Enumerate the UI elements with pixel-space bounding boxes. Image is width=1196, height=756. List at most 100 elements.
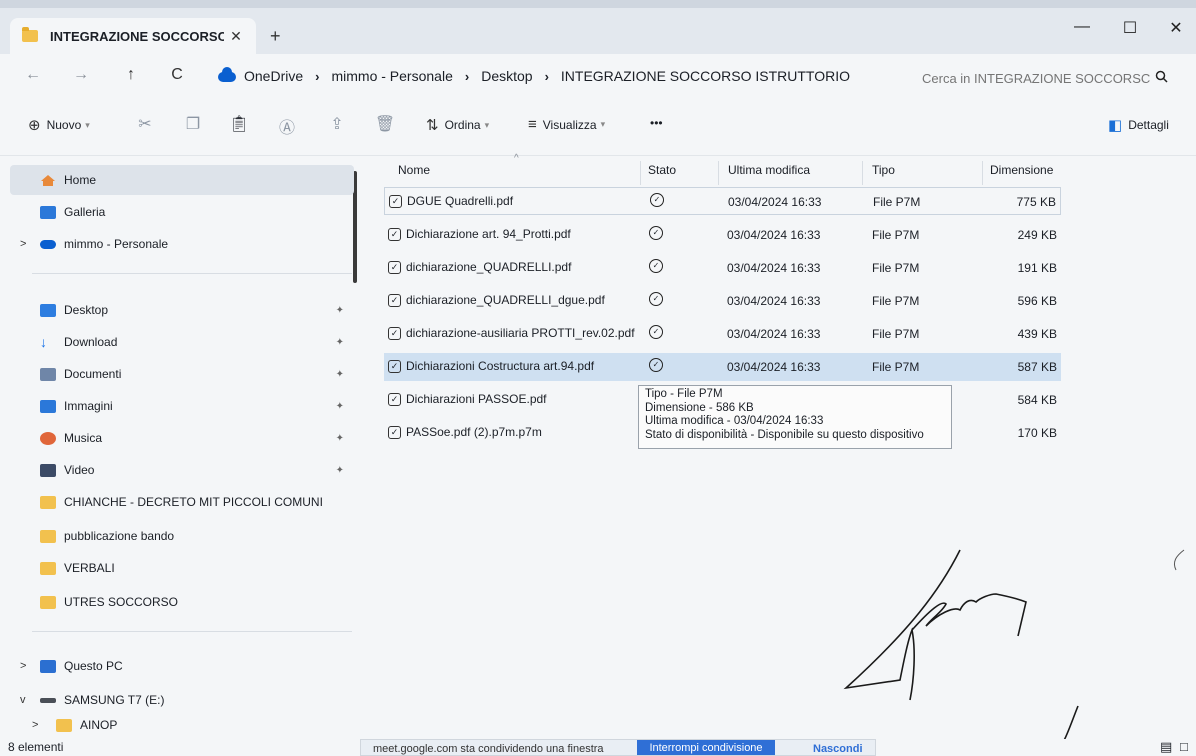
column-header-name[interactable]: Nome bbox=[398, 163, 430, 177]
sidebar-item-onedrive-personal[interactable]: > mimmo - Personale bbox=[10, 229, 354, 259]
chevron-right-icon[interactable]: > bbox=[20, 660, 26, 672]
sidebar-item-gallery[interactable]: Galleria bbox=[10, 197, 354, 227]
file-type: File P7M bbox=[872, 360, 920, 374]
refresh-icon[interactable]: C bbox=[166, 66, 188, 84]
search-box[interactable] bbox=[922, 64, 1184, 92]
file-row[interactable]: ✓ DGUE Quadrelli.pdf ✓ 03/04/2024 16:33 F… bbox=[384, 187, 1061, 215]
file-name-cell: ✓ DGUE Quadrelli.pdf bbox=[389, 194, 513, 208]
close-window-button[interactable]: ✕ bbox=[1156, 18, 1196, 38]
checkbox-icon[interactable]: ✓ bbox=[388, 260, 401, 274]
column-header-modified[interactable]: Ultima modifica bbox=[728, 163, 810, 177]
file-row[interactable]: ✓ dichiarazione-ausiliaria PROTTI_rev.02.… bbox=[384, 320, 1061, 348]
sidebar-folder-pubblicazione-bando[interactable]: pubblicazione bando bbox=[10, 521, 354, 551]
sidebar-item-desktop[interactable]: Desktop ✦ bbox=[10, 295, 354, 325]
maximize-button[interactable]: ☐ bbox=[1110, 18, 1150, 38]
search-icon[interactable] bbox=[1150, 70, 1172, 86]
chevron-right-icon[interactable]: > bbox=[32, 719, 38, 731]
forward-arrow-icon[interactable]: → bbox=[70, 66, 92, 84]
chevron-right-icon[interactable]: > bbox=[20, 238, 26, 250]
sidebar-item-download[interactable]: ↓ Download ✦ bbox=[10, 327, 354, 357]
share-icon[interactable]: ⇪ bbox=[326, 114, 348, 134]
new-button[interactable]: ⊕ Nuovo ▾ bbox=[28, 116, 90, 134]
checkbox-icon[interactable]: ✓ bbox=[389, 194, 402, 208]
sidebar-folder-ainop[interactable]: > AINOP bbox=[10, 713, 354, 737]
pin-icon[interactable]: ✦ bbox=[336, 337, 344, 348]
chevron-down-icon: ▾ bbox=[484, 119, 490, 130]
checkbox-icon[interactable]: ✓ bbox=[388, 425, 401, 439]
breadcrumb[interactable]: OneDrive › mimmo - Personale › Desktop ›… bbox=[218, 67, 850, 84]
view-button[interactable]: ≡ Visualizza ▾ bbox=[528, 116, 605, 133]
checkbox-icon[interactable]: ✓ bbox=[388, 359, 401, 373]
file-row[interactable]: ✓ dichiarazione_QUADRELLI.pdf ✓ 03/04/202… bbox=[384, 254, 1061, 282]
copy-icon[interactable]: ❐ bbox=[182, 114, 204, 134]
file-row[interactable]: ✓ dichiarazione_QUADRELLI_dgue.pdf ✓ 03/0… bbox=[384, 287, 1061, 315]
column-header-status[interactable]: Stato bbox=[648, 163, 676, 177]
breadcrumb-desktop[interactable]: Desktop bbox=[481, 68, 532, 84]
sidebar-item-samsung-drive[interactable]: v SAMSUNG T7 (E:) bbox=[10, 685, 354, 715]
breadcrumb-current-folder[interactable]: INTEGRAZIONE SOCCORSO ISTRUTTORIO bbox=[561, 68, 850, 84]
column-header-size[interactable]: Dimensione bbox=[990, 163, 1053, 177]
sidebar-folder-utres-soccorso[interactable]: UTRES SOCCORSO bbox=[10, 587, 354, 617]
column-separator[interactable] bbox=[862, 161, 863, 185]
breadcrumb-separator: › bbox=[464, 68, 470, 84]
video-icon bbox=[40, 463, 56, 477]
tooltip-size: Dimensione - 586 KB bbox=[645, 401, 754, 414]
file-name-cell: ✓ dichiarazione-ausiliaria PROTTI_rev.02.… bbox=[388, 326, 635, 340]
sidebar-item-music[interactable]: Musica ✦ bbox=[10, 423, 354, 453]
back-arrow-icon[interactable]: ← bbox=[22, 66, 44, 84]
search-input[interactable] bbox=[922, 70, 1150, 86]
minimize-button[interactable]: — bbox=[1062, 18, 1102, 36]
details-button[interactable]: ◧ Dettagli bbox=[1108, 116, 1169, 134]
sidebar-item-pictures[interactable]: Immagini ✦ bbox=[10, 391, 354, 421]
chevron-down-icon: ▾ bbox=[85, 119, 90, 130]
breadcrumb-personale[interactable]: mimmo - Personale bbox=[331, 68, 452, 84]
up-arrow-icon[interactable]: ↑ bbox=[120, 66, 142, 84]
pin-icon[interactable]: ✦ bbox=[336, 465, 344, 476]
paste-icon[interactable]: 📋︎ bbox=[228, 114, 250, 134]
sidebar-item-video[interactable]: Video ✦ bbox=[10, 455, 354, 485]
checkbox-icon[interactable]: ✓ bbox=[388, 392, 401, 406]
pin-icon[interactable]: ✦ bbox=[336, 369, 344, 380]
checkbox-icon[interactable]: ✓ bbox=[388, 293, 401, 307]
sidebar-item-documents[interactable]: Documenti ✦ bbox=[10, 359, 354, 389]
hide-share-bar-button[interactable]: Nascondi bbox=[813, 743, 863, 755]
delete-icon[interactable]: 🗑︎ bbox=[374, 114, 396, 134]
sidebar-folder-verbali[interactable]: VERBALI bbox=[10, 553, 354, 583]
tab-current-folder[interactable]: INTEGRAZIONE SOCCORSO IS ✕ bbox=[10, 18, 256, 54]
column-separator[interactable] bbox=[718, 161, 719, 185]
more-options-button[interactable]: ••• bbox=[650, 116, 663, 130]
status-bar: 8 elementi meet.google.com sta condivide… bbox=[0, 739, 1196, 756]
details-pane-icon: ◧ bbox=[1108, 117, 1123, 134]
column-header-type[interactable]: Tipo bbox=[872, 163, 895, 177]
pin-icon[interactable]: ✦ bbox=[336, 401, 344, 412]
new-tab-button[interactable]: + bbox=[270, 26, 281, 47]
sidebar-item-this-pc[interactable]: > Questo PC bbox=[10, 651, 354, 681]
chevron-down-icon[interactable]: v bbox=[20, 694, 26, 706]
sidebar-item-home[interactable]: Home bbox=[10, 165, 354, 195]
sort-button[interactable]: ⇅ Ordina ▾ bbox=[426, 116, 489, 134]
cut-icon[interactable]: ✂ bbox=[134, 114, 156, 134]
details-view-icon[interactable]: ▤ bbox=[1160, 739, 1172, 755]
column-separator[interactable] bbox=[982, 161, 983, 185]
file-type: File P7M bbox=[872, 327, 920, 341]
checkbox-icon[interactable]: ✓ bbox=[388, 227, 401, 241]
checkbox-icon[interactable]: ✓ bbox=[388, 326, 401, 340]
stop-sharing-button[interactable]: Interrompi condivisione bbox=[637, 740, 775, 755]
sort-arrows-icon: ⇅ bbox=[426, 117, 439, 134]
pin-icon[interactable]: ✦ bbox=[336, 305, 344, 316]
breadcrumb-onedrive[interactable]: OneDrive bbox=[244, 68, 303, 84]
sidebar-item-label: Video bbox=[64, 463, 95, 477]
navigation-pane[interactable]: Home Galleria > mimmo - Personale Deskto… bbox=[0, 157, 362, 739]
music-icon bbox=[40, 431, 56, 445]
column-separator[interactable] bbox=[640, 161, 641, 185]
file-size: 170 KB bbox=[1017, 426, 1057, 440]
file-row-hovered[interactable]: ✓ Dichiarazioni Costructura art.94.pdf ✓ … bbox=[384, 353, 1061, 381]
tab-close-icon[interactable]: ✕ bbox=[224, 28, 248, 45]
pin-icon[interactable]: ✦ bbox=[336, 433, 344, 444]
rename-icon[interactable]: Ⓐ bbox=[276, 114, 298, 138]
file-size: 587 KB bbox=[1017, 360, 1057, 374]
tiles-view-icon[interactable]: □ bbox=[1180, 739, 1188, 754]
folder-icon bbox=[40, 529, 56, 543]
sidebar-folder-chianche[interactable]: CHIANCHE - DECRETO MIT PICCOLI COMUNI bbox=[10, 487, 354, 517]
file-row[interactable]: ✓ Dichiarazione art. 94_Protti.pdf ✓ 03/0… bbox=[384, 221, 1061, 249]
